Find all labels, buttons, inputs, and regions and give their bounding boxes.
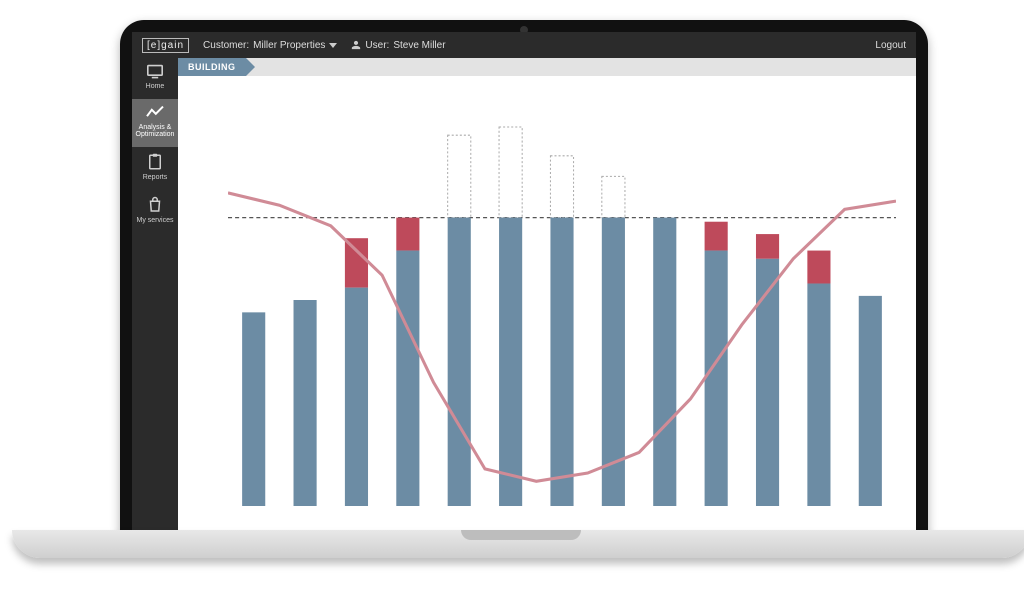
bar-extra [705,222,728,251]
bar-base [294,300,317,506]
user-value: Steve Miller [393,40,445,51]
bar-base [859,296,882,506]
bar-outline [499,127,522,218]
chevron-down-icon [329,43,337,48]
customer-label: Customer: [203,40,249,51]
bar-extra [807,251,830,284]
bar-base [705,251,728,506]
bar-base [396,251,419,506]
sidebar-item-reports[interactable]: Reports [132,147,178,190]
customer-value: Miller Properties [253,40,325,51]
logout-link[interactable]: Logout [875,40,906,51]
customer-dropdown[interactable]: Customer: Miller Properties [203,40,337,51]
breadcrumb-label: BUILDING [188,62,236,72]
breadcrumb-bar: BUILDING [178,58,916,76]
bar-base [242,312,265,506]
bar-outline [448,135,471,217]
bar-base [807,284,830,506]
laptop-bezel: [e]gain Customer: Miller Properties User… [120,20,928,542]
bar-base [448,218,471,506]
sidebar-item-label: Home [146,83,165,90]
laptop-notch [461,530,581,540]
bar-base [550,218,573,506]
app-logo: [e]gain [142,38,189,53]
sidebar-item-myservices[interactable]: My services [132,190,178,233]
bar-extra [345,238,368,287]
app-screen: [e]gain Customer: Miller Properties User… [132,32,916,530]
app-body: Home Analysis & Optimization Reports My … [132,58,916,530]
sidebar-item-label: My services [137,217,174,224]
bar-extra [756,234,779,259]
bar-outline [602,176,625,217]
breadcrumb[interactable]: BUILDING [178,58,246,76]
sidebar-item-label: Analysis & Optimization [136,124,175,139]
content-area: BUILDING [178,58,916,530]
user-label: User: [365,40,389,51]
bar-outline [550,156,573,218]
bar-base [756,259,779,506]
bar-base [345,288,368,506]
sidebar: Home Analysis & Optimization Reports My … [132,58,178,530]
laptop-mock: [e]gain Customer: Miller Properties User… [10,4,1014,564]
energy-chart [228,94,896,506]
top-bar: [e]gain Customer: Miller Properties User… [132,32,916,58]
sidebar-item-home[interactable]: Home [132,58,178,99]
sidebar-item-label: Reports [143,174,168,181]
laptop-base [12,530,1024,558]
bar-base [653,218,676,506]
bar-extra [396,218,419,251]
sidebar-item-analysis[interactable]: Analysis & Optimization [132,99,178,147]
user-indicator: User: Steve Miller [351,40,445,51]
bar-base [499,218,522,506]
user-icon [351,40,361,50]
